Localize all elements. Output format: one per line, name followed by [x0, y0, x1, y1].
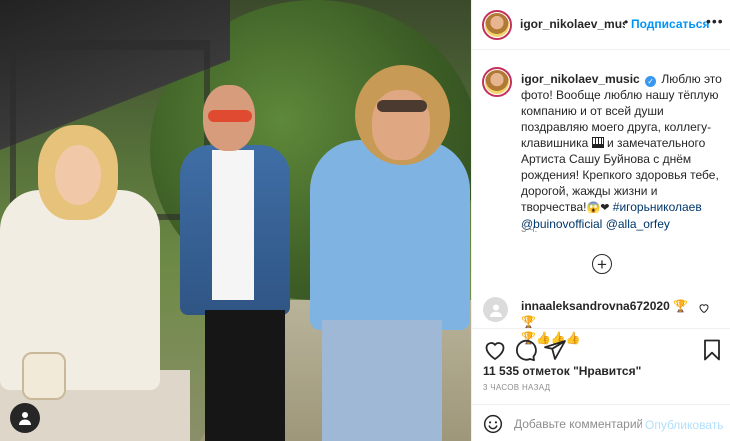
caption-avatar[interactable] [482, 67, 512, 97]
share-button[interactable] [543, 338, 567, 362]
photo-person-right-jeans [322, 320, 442, 441]
caption-mention-alla[interactable]: @alla_orfey [606, 217, 670, 231]
photo-person-center-shirt [212, 150, 254, 300]
photo-person-right-glasses [377, 100, 427, 112]
comment-button[interactable] [513, 338, 537, 362]
photo-person-right [310, 140, 470, 330]
post-header: igor_nikolaev_musi • Подписаться ••• [472, 0, 730, 50]
avatar-image [485, 70, 509, 94]
post-caption: igor_nikolaev_music ✓ Люблю это фото! Во… [521, 71, 724, 232]
photo-person-center-glasses [208, 110, 252, 122]
photo-person-center-pants [205, 310, 285, 441]
author-username[interactable]: igor_nikolaev_musi [520, 17, 625, 31]
tagged-users-button[interactable] [10, 403, 40, 433]
save-button[interactable] [700, 338, 724, 362]
bookmark-icon [704, 339, 720, 361]
plus-circle-icon: + [597, 254, 607, 274]
caption-emoji: 😱❤ [586, 202, 610, 214]
heart-icon [699, 304, 709, 314]
add-comment-bar: Опубликовать [472, 404, 730, 441]
like-button[interactable] [483, 338, 507, 362]
post-side-panel: igor_nikolaev_musi • Подписаться ••• igo… [471, 0, 730, 441]
user-icon [19, 412, 31, 425]
post-actions [472, 328, 730, 368]
comment-username[interactable]: innaaleksandrovna672020 [521, 299, 670, 313]
more-options-icon[interactable]: ••• [706, 13, 724, 29]
verified-icon: ✓ [645, 76, 657, 87]
caption-timestamp[interactable]: 3 ч. [521, 224, 537, 235]
post-photo[interactable] [0, 0, 471, 441]
comment-like-button[interactable] [698, 301, 710, 319]
likes-count[interactable]: 11 535 отметок "Нравится" [483, 364, 641, 378]
author-avatar[interactable] [482, 10, 512, 40]
photo-jar [22, 352, 66, 400]
publish-button[interactable]: Опубликовать [645, 418, 723, 432]
header-separator: • [624, 15, 629, 29]
heart-icon [485, 342, 505, 361]
user-icon [489, 304, 502, 317]
emoji-picker-button[interactable] [483, 414, 503, 434]
commenter-avatar[interactable] [483, 297, 508, 322]
avatar-image [485, 13, 509, 37]
comment-icon [516, 339, 537, 362]
photo-person-left-face [55, 145, 101, 205]
piano-emoji-icon [591, 137, 604, 148]
post-time-ago[interactable]: 3 ЧАСОВ НАЗАД [483, 383, 550, 392]
add-comment-input[interactable] [514, 415, 642, 433]
smile-icon [483, 414, 503, 434]
load-more-comments-button[interactable]: + [592, 254, 612, 274]
caption-username[interactable]: igor_nikolaev_music [521, 72, 640, 86]
share-icon [544, 340, 566, 360]
caption-hashtag[interactable]: #игорьниколаев [613, 200, 702, 214]
follow-button[interactable]: Подписаться [631, 17, 709, 31]
